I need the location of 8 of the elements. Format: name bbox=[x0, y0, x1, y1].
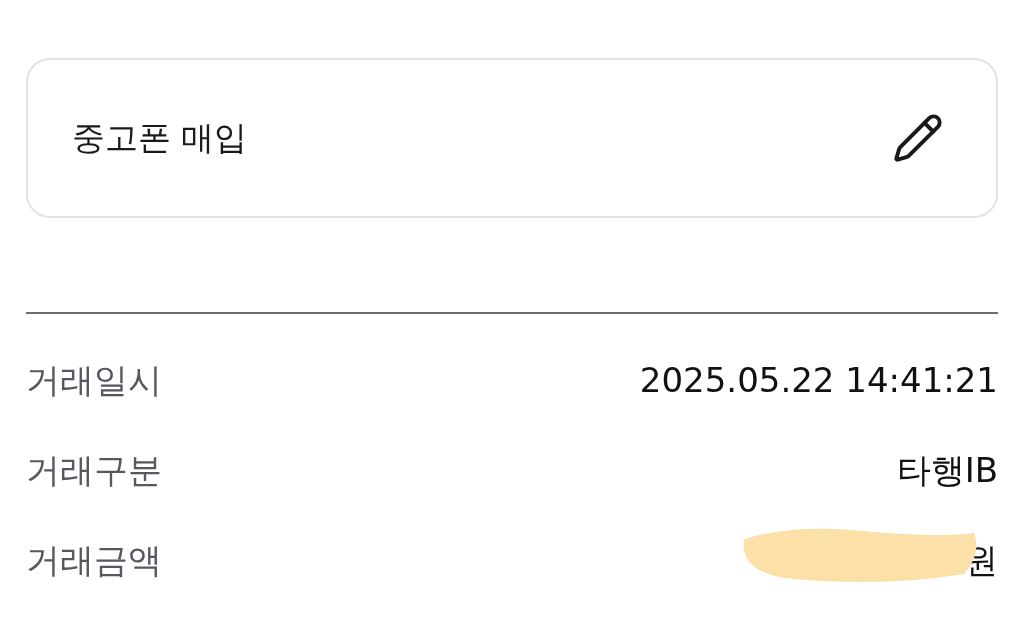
detail-label: 거래일시 bbox=[26, 358, 162, 402]
detail-value: 타행IB bbox=[896, 449, 998, 490]
memo-text: 중고폰 매입 bbox=[72, 117, 248, 160]
detail-label: 거래구분 bbox=[26, 448, 162, 492]
detail-value: 2025.05.22 14:41:21 bbox=[639, 359, 998, 400]
memo-card[interactable]: 중고폰 매입 bbox=[26, 58, 998, 218]
detail-label: 거래금액 bbox=[26, 538, 162, 582]
edit-icon[interactable] bbox=[892, 112, 944, 164]
